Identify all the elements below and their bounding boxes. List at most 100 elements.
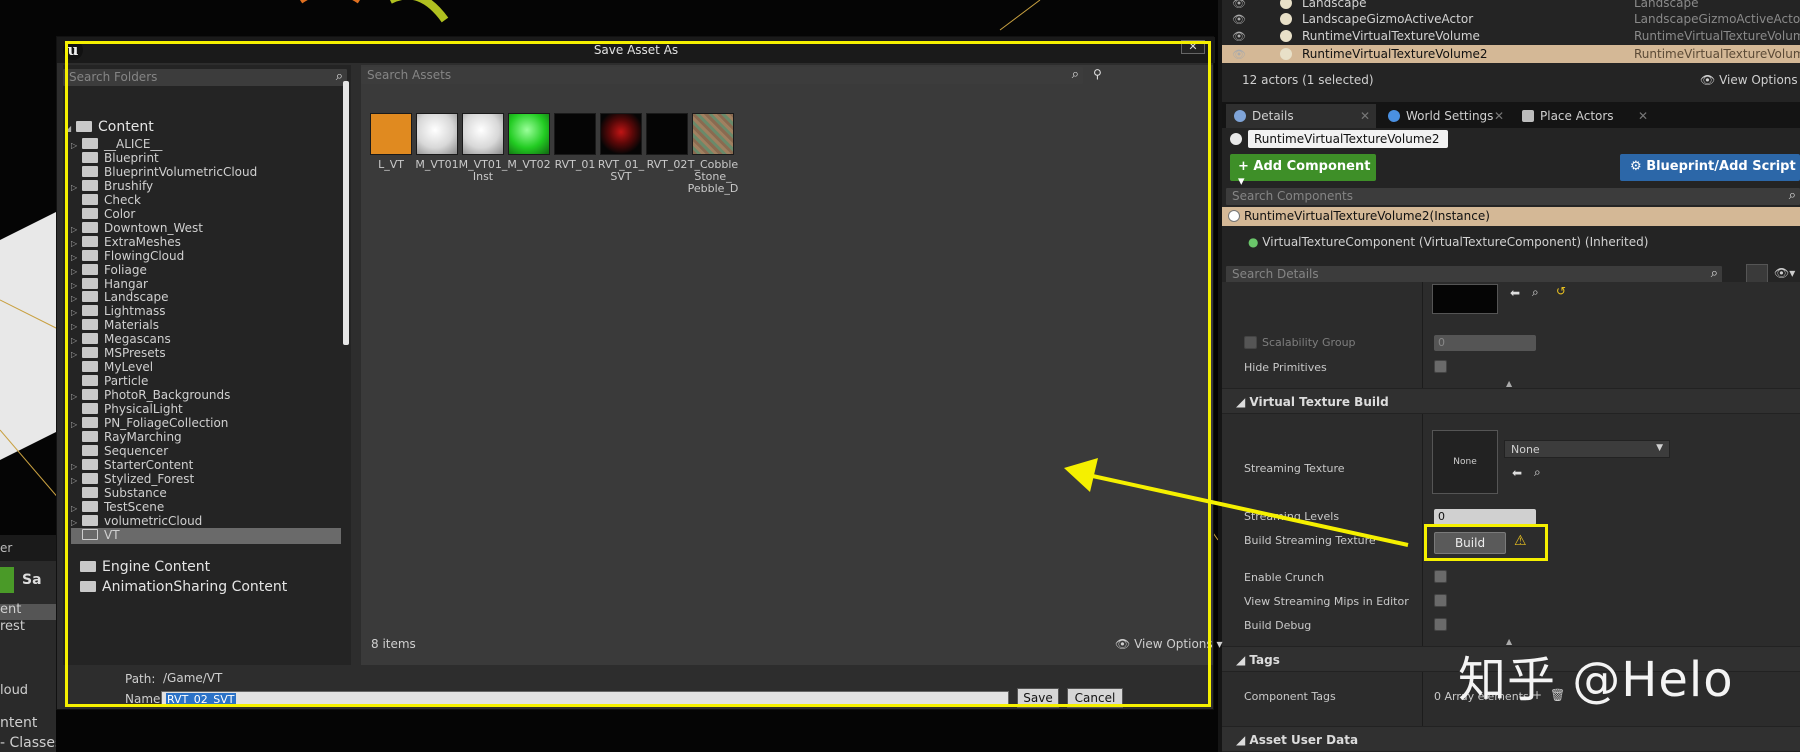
outliner-view-options[interactable]: 👁 View Options ▾ (1700, 73, 1800, 87)
expand-arrow-icon[interactable]: ▷ (71, 267, 79, 276)
texture-thumbnail[interactable] (1432, 284, 1498, 314)
asset-tile[interactable]: RVT_01_ SVT (595, 113, 647, 183)
blueprint-add-script-button[interactable]: ⚙ Blueprint/Add Script (1620, 154, 1800, 181)
scalability-group-checkbox[interactable] (1244, 336, 1257, 349)
streaming-texture-dropdown[interactable]: None ▼ (1504, 440, 1670, 458)
streaming-levels-field[interactable]: 0 (1434, 509, 1536, 525)
actor-type: LandscapeGizmoActiveActor (1634, 12, 1800, 26)
folder-label: Materials (104, 318, 160, 332)
folder-row[interactable]: rest (0, 619, 25, 634)
visibility-eye-icon[interactable]: 👁 (1232, 30, 1246, 43)
streaming-texture-thumbnail[interactable]: None (1432, 430, 1498, 494)
folder-scrollbar[interactable] (343, 81, 349, 345)
expand-arrow-icon[interactable]: ▷ (71, 253, 79, 262)
asset-name-input[interactable]: RVT_02_SVT (161, 691, 1009, 707)
use-selected-arrow-icon[interactable]: ⬅ (1512, 466, 1522, 480)
asset-tile[interactable]: T_Cobble Stone_ Pebble_D (687, 113, 739, 195)
asset-tile[interactable]: L_VT (365, 113, 417, 171)
scalability-value-field[interactable]: 0 (1434, 335, 1536, 351)
expand-arrow-icon[interactable]: ▷ (71, 476, 79, 485)
expand-arrow-icon[interactable]: ▷ (71, 141, 79, 150)
expand-arrow-icon[interactable]: ▷ (71, 420, 79, 429)
visibility-eye-icon[interactable]: 👁 (1232, 48, 1246, 61)
visibility-eye-icon[interactable]: 👁▾ (1774, 266, 1795, 280)
actor-name: RuntimeVirtualTextureVolume2 (1302, 47, 1488, 61)
expand-arrow-icon[interactable]: ▷ (71, 350, 79, 359)
expand-arrow-icon[interactable]: ▷ (71, 281, 79, 290)
section-virtual-texture-build[interactable]: ◢ Virtual Texture Build (1222, 388, 1800, 414)
build-debug-checkbox[interactable] (1434, 618, 1447, 631)
expand-arrow-icon[interactable]: ▷ (71, 225, 79, 234)
search-assets-input[interactable]: Search Assets ⌕ (361, 67, 1083, 84)
expand-arrow-icon[interactable]: ▷ (71, 504, 79, 513)
close-tab-icon[interactable]: ✕ (1360, 109, 1370, 123)
browse-search-icon[interactable]: ⌕ (1532, 285, 1539, 300)
search-details-input[interactable]: Search Details ⌕ (1226, 266, 1722, 283)
expand-arrow-icon[interactable]: ◢ (65, 124, 73, 133)
tab-details[interactable]: Details ✕ (1226, 104, 1376, 128)
collapse-arrow-icon[interactable]: ▲ (1506, 379, 1512, 388)
close-button[interactable]: ✕ (1181, 40, 1205, 54)
add-new-button[interactable] (0, 567, 14, 593)
actor-icon (1280, 30, 1292, 42)
folder-row[interactable]: - Classes (0, 735, 56, 751)
folder-item[interactable]: VT (71, 528, 341, 544)
asset-tile[interactable]: RVT_02 (641, 113, 693, 171)
visibility-eye-icon[interactable]: 👁 (1232, 0, 1246, 10)
folder-root[interactable]: AnimationSharing Content (69, 579, 287, 595)
folder-label: Engine Content (102, 559, 211, 575)
folder-root[interactable]: Engine Content (69, 559, 210, 575)
filter-icon[interactable]: ⚲ (1093, 67, 1102, 81)
folder-icon (80, 581, 96, 592)
asset-tile[interactable]: M_VT02 (503, 113, 555, 171)
save-button[interactable]: Save (1017, 688, 1059, 708)
expand-arrow-icon[interactable]: ▷ (71, 239, 79, 248)
folder-root[interactable]: ◢ Content (65, 119, 154, 135)
tab-label: Place Actors (1540, 109, 1614, 123)
inherited-component-row[interactable]: ● VirtualTextureComponent (VirtualTextur… (1248, 235, 1648, 249)
visibility-eye-icon[interactable]: 👁 (1232, 13, 1246, 26)
enable-crunch-checkbox[interactable] (1434, 570, 1447, 583)
reset-icon[interactable]: ↺ (1556, 284, 1566, 298)
view-options-label: View Options (1134, 637, 1213, 651)
expand-arrow-icon[interactable]: ▷ (71, 294, 79, 303)
asset-tile[interactable]: M_VT01_ Inst (457, 113, 509, 183)
add-component-button[interactable]: + Add Component ▾ (1230, 154, 1376, 189)
outliner-row-selected[interactable]: 👁 RuntimeVirtualTextureVolume2 RuntimeVi… (1222, 45, 1800, 63)
asset-tile[interactable]: RVT_01 (549, 113, 601, 171)
close-tab-icon[interactable]: ✕ (1638, 109, 1648, 123)
expand-arrow-icon[interactable]: ▷ (71, 518, 79, 527)
cancel-button[interactable]: Cancel (1067, 688, 1123, 708)
assets-view-options[interactable]: 👁 View Options ▾ (1115, 637, 1223, 651)
expand-arrow-icon[interactable]: ▷ (71, 392, 79, 401)
tab-place-actors[interactable]: Place Actors ✕ (1514, 104, 1654, 128)
search-folders-input[interactable]: Search Folders ⌕ (63, 69, 347, 86)
section-title: Virtual Texture Build (1249, 395, 1389, 409)
expand-arrow-icon[interactable]: ▷ (71, 462, 79, 471)
expand-arrow-icon[interactable]: ▷ (71, 322, 79, 331)
expand-arrow-icon[interactable]: ▷ (71, 308, 79, 317)
outliner-row[interactable]: 👁 RuntimeVirtualTextureVolume RuntimeVir… (1222, 27, 1800, 45)
property-matrix-button[interactable] (1746, 264, 1768, 284)
use-selected-arrow-icon[interactable]: ⬅ (1510, 286, 1520, 300)
browse-search-icon[interactable]: ⌕ (1534, 465, 1541, 480)
hide-primitives-checkbox[interactable] (1434, 360, 1447, 373)
expand-arrow-icon[interactable]: ▷ (71, 183, 79, 192)
outliner-row[interactable]: 👁 LandscapeGizmoActiveActor LandscapeGiz… (1222, 10, 1800, 28)
save-all-button[interactable]: Sa (22, 572, 42, 588)
content-browser-tab[interactable]: er (0, 535, 56, 561)
dialog-title-bar[interactable]: Save Asset As (57, 37, 1215, 63)
close-tab-icon[interactable]: ✕ (1494, 109, 1504, 123)
section-asset-user-data[interactable]: ◢ Asset User Data (1222, 726, 1800, 752)
expand-arrow-icon[interactable]: ▷ (71, 336, 79, 345)
column-divider (1422, 282, 1423, 752)
tab-world-settings[interactable]: World Settings ✕ (1380, 104, 1510, 128)
component-instance-row[interactable]: RuntimeVirtualTextureVolume2(Instance) (1222, 207, 1800, 226)
folder-row[interactable]: ntent (0, 715, 37, 731)
asset-tile[interactable]: M_VT01 (411, 113, 463, 171)
folder-row[interactable]: ent (0, 602, 21, 617)
search-components-input[interactable]: Search Components ⌕ (1226, 188, 1800, 205)
actor-name-field[interactable]: RuntimeVirtualTextureVolume2 (1248, 130, 1448, 148)
folder-row[interactable]: loud (0, 683, 28, 698)
view-streaming-mips-checkbox[interactable] (1434, 594, 1447, 607)
